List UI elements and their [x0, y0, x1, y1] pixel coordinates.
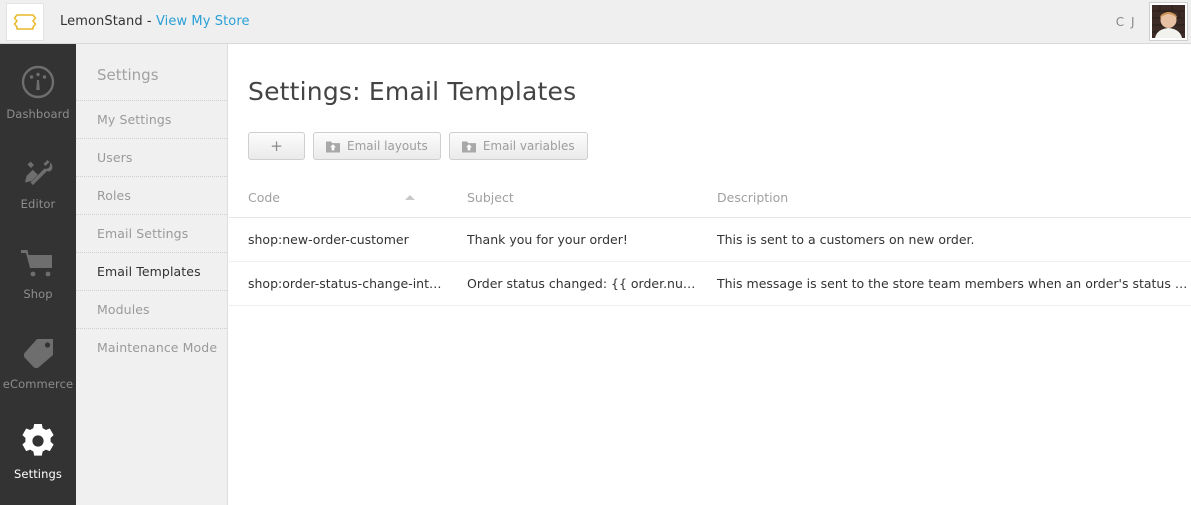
sidebar-item-my-settings[interactable]: My Settings — [76, 100, 227, 138]
wrench-pencil-icon — [20, 148, 56, 190]
column-header-description[interactable]: Description — [698, 182, 1191, 218]
nav-item-editor[interactable]: Editor — [0, 134, 76, 224]
cell-subject: Thank you for your order! — [448, 217, 698, 262]
cell-description: This message is sent to the store team m… — [698, 261, 1191, 306]
user-initials[interactable]: C J — [1116, 15, 1136, 29]
table-row[interactable]: shop:new-order-customer Thank you for yo… — [229, 217, 1191, 262]
column-header-code-label: Code — [248, 190, 281, 205]
settings-subpanel: Settings My Settings Users Roles Email S… — [76, 44, 228, 505]
toolbar: + Email layouts Email variables — [229, 106, 1191, 160]
sidebar-item-roles[interactable]: Roles — [76, 176, 227, 214]
table-body: shop:new-order-customer Thank you for yo… — [229, 217, 1191, 306]
gauge-icon — [20, 58, 56, 100]
brand-title: LemonStand - View My Store — [60, 14, 250, 29]
nav-item-settings[interactable]: Settings — [0, 404, 76, 494]
price-tag-icon — [20, 328, 56, 370]
sidebar-item-users[interactable]: Users — [76, 138, 227, 176]
nav-item-ecommerce[interactable]: eCommerce — [0, 314, 76, 404]
cell-code: shop:new-order-customer — [229, 217, 448, 262]
column-header-subject[interactable]: Subject — [448, 182, 698, 218]
nav-label-settings: Settings — [14, 466, 62, 481]
user-avatar-photo — [1152, 5, 1185, 38]
main-content: Settings: Email Templates + Email layout… — [229, 44, 1191, 505]
lemonstand-logo[interactable] — [6, 2, 44, 41]
avatar[interactable] — [1149, 2, 1188, 41]
table-row[interactable]: shop:order-status-change-internal Order … — [229, 261, 1191, 306]
gear-icon — [19, 418, 57, 460]
nav-label-shop: Shop — [23, 286, 53, 301]
page-title: Settings: Email Templates — [248, 77, 577, 106]
main-navigation: Dashboard Editor Shop eCommerce Settings — [0, 44, 76, 505]
email-layouts-label: Email layouts — [347, 139, 428, 153]
brand-name: LemonStand - — [60, 14, 156, 29]
add-template-button[interactable]: + — [248, 132, 305, 160]
table-header: Code Subject Description — [229, 182, 1191, 218]
email-templates-table: Code Subject Description shop:new-order-… — [229, 182, 1191, 306]
nav-label-dashboard: Dashboard — [6, 106, 70, 121]
view-my-store-link[interactable]: View My Store — [156, 14, 250, 29]
column-header-code[interactable]: Code — [229, 182, 448, 218]
lemonstand-bracket-logo-icon — [13, 13, 37, 30]
cell-subject: Order status changed: {{ order.number }} — [448, 261, 698, 306]
subpanel-title: Settings — [97, 66, 159, 84]
nav-label-editor: Editor — [20, 196, 56, 211]
shopping-cart-icon — [18, 238, 58, 280]
sidebar-item-email-settings[interactable]: Email Settings — [76, 214, 227, 252]
nav-item-shop[interactable]: Shop — [0, 224, 76, 314]
header-user-area: C J — [1116, 0, 1191, 43]
sidebar-item-maintenance-mode[interactable]: Maintenance Mode — [76, 328, 227, 366]
sort-ascending-icon — [405, 195, 415, 200]
email-templates-table-wrapper: Code Subject Description shop:new-order-… — [229, 182, 1191, 306]
cell-description: This is sent to a customers on new order… — [698, 217, 1191, 262]
email-layouts-button[interactable]: Email layouts — [313, 132, 441, 160]
folder-upload-icon — [461, 141, 476, 152]
nav-item-dashboard[interactable]: Dashboard — [0, 44, 76, 134]
email-variables-button[interactable]: Email variables — [448, 132, 588, 160]
top-header-bar: LemonStand - View My Store C J — [0, 0, 1191, 44]
table-header-row: Code Subject Description — [229, 182, 1191, 218]
nav-label-ecommerce: eCommerce — [2, 376, 74, 391]
folder-upload-icon — [326, 141, 340, 152]
app-root: LemonStand - View My Store C J Dashboard… — [0, 0, 1191, 505]
email-variables-label: Email variables — [482, 139, 575, 153]
cell-code: shop:order-status-change-internal — [229, 261, 448, 306]
sidebar-item-modules[interactable]: Modules — [76, 290, 227, 328]
sidebar-item-email-templates[interactable]: Email Templates — [76, 252, 227, 290]
